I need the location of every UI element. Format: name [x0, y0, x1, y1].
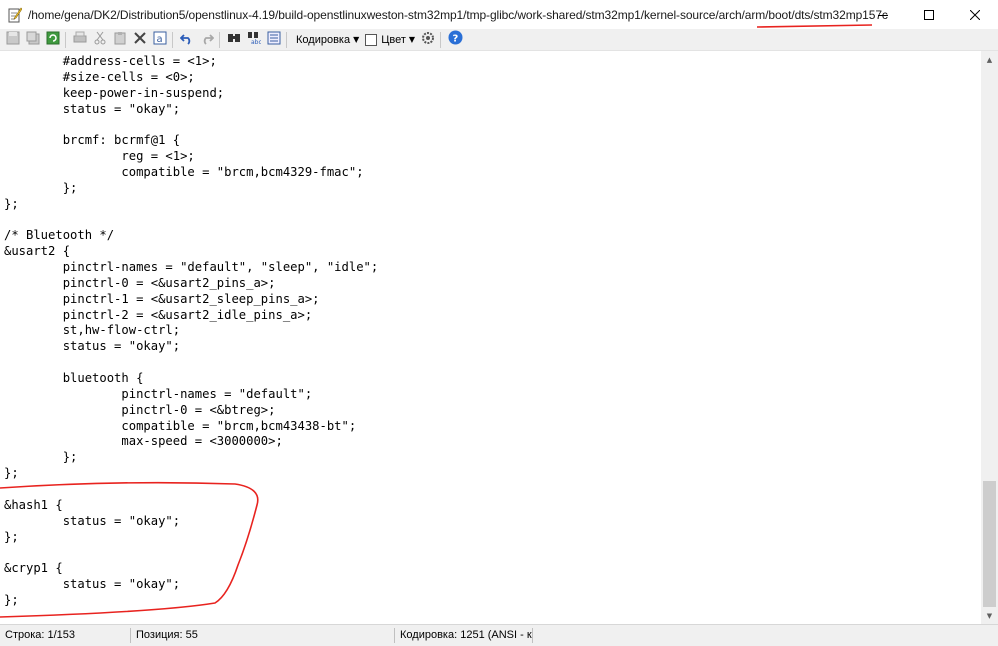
- notepad-app-icon[interactable]: [8, 7, 23, 23]
- code-line: status = "okay";: [4, 577, 181, 592]
- toolbar-separator: [65, 31, 66, 48]
- code-line: compatible = "brcm,bcm4329-fmac";: [4, 164, 364, 179]
- code-line: };: [4, 592, 19, 607]
- redo-icon: [200, 30, 215, 49]
- print-button[interactable]: [71, 31, 89, 49]
- code-line: /* Bluetooth */: [4, 228, 115, 243]
- toolbar: a abc Кодировка ▼ Цвет ▼ ?: [0, 29, 998, 51]
- select-all-button[interactable]: a: [151, 31, 169, 49]
- help-icon: ?: [448, 30, 463, 49]
- scrollbar-thumb[interactable]: [983, 481, 996, 607]
- undo-button[interactable]: [178, 31, 196, 49]
- status-line: Строка: 1/153: [5, 629, 76, 641]
- code-line: };: [4, 196, 19, 211]
- color-checkbox[interactable]: [365, 33, 378, 46]
- status-bar: Строка: 1/153 Позиция: 55 Кодировка: 125…: [0, 624, 998, 646]
- code-line: };: [4, 529, 19, 544]
- settings-button[interactable]: [419, 31, 437, 49]
- code-line: compatible = "brcm,bcm43438-bt";: [4, 418, 357, 433]
- window-title: /home/gena/DK2/Distribution5/openstlinux…: [28, 7, 888, 22]
- scroll-up-arrow-icon[interactable]: ▲: [981, 51, 998, 68]
- code-line: status = "okay";: [4, 339, 181, 354]
- code-line: pinctrl-names = "default", "sleep", "idl…: [4, 260, 379, 275]
- code-line: pinctrl-1 = <&usart2_sleep_pins_a>;: [4, 291, 320, 306]
- paste-icon: [113, 30, 127, 49]
- minimize-icon: [878, 5, 888, 24]
- code-line: keep-power-in-suspend;: [4, 85, 225, 100]
- reload-icon: [46, 30, 60, 49]
- code-line: pinctrl-names = "default";: [4, 386, 313, 401]
- svg-text:?: ?: [452, 34, 458, 45]
- toolbar-separator: [440, 31, 442, 48]
- code-line: bluetooth {: [4, 371, 144, 385]
- maximize-button[interactable]: [906, 0, 952, 29]
- code-line: &cryp1 {: [4, 561, 63, 576]
- find-button[interactable]: [225, 31, 243, 49]
- code-line: max-speed = <3000000>;: [4, 434, 283, 449]
- toolbar-separator: [219, 31, 220, 48]
- toolbar-separator: [286, 31, 287, 48]
- code-line: st,hw-flow-ctrl;: [4, 323, 181, 338]
- delete-button[interactable]: [131, 31, 149, 49]
- save-all-icon: [26, 30, 40, 49]
- replace-button[interactable]: abc: [245, 31, 263, 49]
- goto-icon: [267, 30, 281, 49]
- code-line: &hash1 {: [4, 497, 63, 512]
- code-line: brcmf: bcrmf@1 {: [4, 133, 181, 148]
- code-line: reg = <1>;: [4, 149, 195, 164]
- settings-icon: [421, 30, 435, 49]
- status-separator: [532, 628, 533, 643]
- cut-button[interactable]: [91, 31, 109, 49]
- redo-button[interactable]: [198, 31, 216, 49]
- chevron-down-icon: ▼: [353, 35, 360, 44]
- code-line: &usart2 {: [4, 244, 71, 259]
- save-all-button[interactable]: [24, 31, 42, 49]
- svg-text:a: a: [157, 34, 163, 45]
- find-icon: [227, 30, 241, 49]
- select-all-icon: a: [153, 30, 167, 49]
- reload-button[interactable]: [44, 31, 62, 49]
- toolbar-separator: [172, 31, 173, 48]
- close-icon: [969, 5, 981, 24]
- vertical-scrollbar[interactable]: ▲ ▼: [981, 51, 998, 624]
- encoding-dropdown[interactable]: Кодировка ▼: [290, 34, 359, 46]
- goto-button[interactable]: [265, 31, 283, 49]
- code-line: pinctrl-2 = <&usart2_idle_pins_a>;: [4, 307, 313, 322]
- maximize-icon: [924, 5, 934, 24]
- code-line: };: [4, 466, 19, 481]
- cut-icon: [93, 30, 107, 49]
- minimize-button[interactable]: [860, 0, 906, 29]
- scroll-down-arrow-icon[interactable]: ▼: [981, 607, 998, 624]
- code-line: #size-cells = <0>;: [4, 69, 195, 84]
- encoding-dropdown-label: Кодировка: [296, 33, 351, 46]
- code-line: status = "okay";: [4, 101, 181, 116]
- replace-icon: abc: [247, 30, 262, 49]
- svg-text:abc: abc: [251, 39, 261, 45]
- help-button[interactable]: ?: [446, 30, 464, 49]
- status-separator: [130, 628, 131, 643]
- undo-icon: [179, 30, 194, 49]
- code-line: };: [4, 450, 78, 465]
- code-line: status = "okay";: [4, 513, 181, 528]
- chevron-down-icon: ▼: [408, 35, 416, 44]
- code-line: pinctrl-0 = <&usart2_pins_a>;: [4, 275, 276, 290]
- delete-icon: [133, 30, 147, 49]
- save-icon: [6, 30, 20, 49]
- code-line: #address-cells = <1>;: [4, 54, 217, 68]
- code-line: pinctrl-0 = <&btreg>;: [4, 402, 276, 417]
- text-editor[interactable]: #address-cells = <1>; #size-cells = <0>;…: [0, 51, 981, 624]
- status-separator: [394, 628, 395, 643]
- status-position: Позиция: 55: [136, 629, 198, 641]
- print-icon: [73, 30, 87, 49]
- code-line: };: [4, 180, 78, 195]
- color-dropdown[interactable]: Цвет ▼: [377, 34, 415, 46]
- title-bar: /home/gena/DK2/Distribution5/openstlinux…: [0, 0, 998, 29]
- paste-button[interactable]: [111, 31, 129, 49]
- status-encoding: Кодировка: 1251 (ANSI - к: [400, 629, 532, 641]
- close-button[interactable]: [952, 0, 998, 29]
- color-dropdown-label: Цвет: [381, 33, 406, 46]
- save-button[interactable]: [4, 31, 22, 49]
